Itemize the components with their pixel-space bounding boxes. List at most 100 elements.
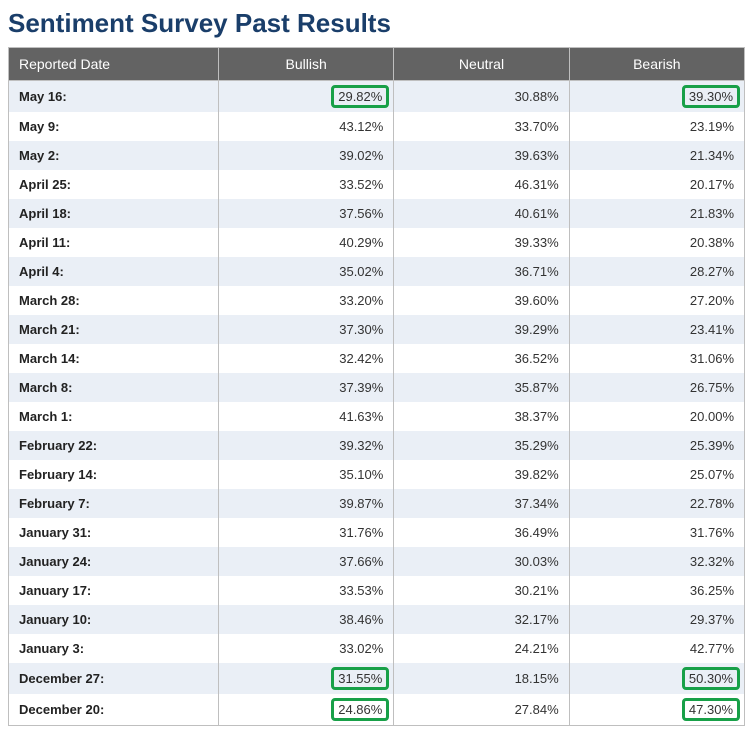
cell-date: February 22: bbox=[9, 431, 219, 460]
table-row: January 24:37.66%30.03%32.32% bbox=[9, 547, 745, 576]
value-bullish: 41.63% bbox=[339, 409, 383, 424]
value-bullish: 33.20% bbox=[339, 293, 383, 308]
value-bearish: 50.30% bbox=[682, 667, 740, 690]
value-bullish: 33.52% bbox=[339, 177, 383, 192]
value-bullish: 40.29% bbox=[339, 235, 383, 250]
cell-bearish: 29.37% bbox=[569, 605, 744, 634]
cell-bearish: 27.20% bbox=[569, 286, 744, 315]
cell-date: April 25: bbox=[9, 170, 219, 199]
cell-date: April 11: bbox=[9, 228, 219, 257]
cell-neutral: 40.61% bbox=[394, 199, 569, 228]
cell-neutral: 39.63% bbox=[394, 141, 569, 170]
table-row: March 28: 33.20% 39.60% 27.20% bbox=[9, 286, 745, 315]
cell-date: December 27: bbox=[9, 663, 219, 694]
cell-bearish: 20.00% bbox=[569, 402, 744, 431]
value-bullish: 37.56% bbox=[339, 206, 383, 221]
value-bearish: 42.77% bbox=[690, 641, 734, 656]
cell-date: February 14: bbox=[9, 460, 219, 489]
value-bearish: 21.34% bbox=[690, 148, 734, 163]
value-bearish: 26.75% bbox=[690, 380, 734, 395]
value-bullish: 39.32% bbox=[339, 438, 383, 453]
table-row: April 18:37.56%40.61%21.83% bbox=[9, 199, 745, 228]
cell-neutral: 46.31% bbox=[394, 170, 569, 199]
table-row: December 27:31.55%18.15%50.30% bbox=[9, 663, 745, 694]
value-bullish: 37.66% bbox=[339, 554, 383, 569]
cell-neutral: 38.37% bbox=[394, 402, 569, 431]
cell-date: January 10: bbox=[9, 605, 219, 634]
cell-date: May 2: bbox=[9, 141, 219, 170]
col-header-bearish: Bearish bbox=[569, 48, 744, 81]
value-bullish: 24.86% bbox=[331, 698, 389, 721]
value-neutral: 30.88% bbox=[515, 89, 559, 104]
table-row: March 14:32.42%36.52%31.06% bbox=[9, 344, 745, 373]
value-neutral: 46.31% bbox=[515, 177, 559, 192]
cell-bullish: 33.02% bbox=[219, 634, 394, 663]
table-row: February 7:39.87%37.34%22.78% bbox=[9, 489, 745, 518]
cell-bullish: 37.39% bbox=[219, 373, 394, 402]
col-header-bullish: Bullish bbox=[219, 48, 394, 81]
cell-date: May 16: bbox=[9, 81, 219, 113]
table-row: May 2:39.02% 39.63% 21.34% bbox=[9, 141, 745, 170]
value-neutral: 27.84% bbox=[515, 702, 559, 717]
value-neutral: 39.63% bbox=[515, 148, 559, 163]
value-bearish: 22.78% bbox=[690, 496, 734, 511]
value-bullish: 29.82% bbox=[331, 85, 389, 108]
cell-bullish: 33.53% bbox=[219, 576, 394, 605]
cell-date: March 28: bbox=[9, 286, 219, 315]
cell-bullish: 37.30% bbox=[219, 315, 394, 344]
value-neutral: 39.82% bbox=[515, 467, 559, 482]
value-bullish: 33.02% bbox=[339, 641, 383, 656]
value-neutral: 38.37% bbox=[515, 409, 559, 424]
table-row: March 8:37.39%35.87%26.75% bbox=[9, 373, 745, 402]
cell-bullish: 31.55% bbox=[219, 663, 394, 694]
value-neutral: 36.52% bbox=[515, 351, 559, 366]
table-row: December 20: 24.86% 27.84% 47.30% bbox=[9, 694, 745, 726]
value-bearish: 27.20% bbox=[690, 293, 734, 308]
cell-neutral: 35.29% bbox=[394, 431, 569, 460]
value-neutral: 35.29% bbox=[515, 438, 559, 453]
results-table: Reported Date Bullish Neutral Bearish Ma… bbox=[8, 47, 745, 726]
cell-bullish: 39.02% bbox=[219, 141, 394, 170]
value-bullish: 43.12% bbox=[339, 119, 383, 134]
cell-bearish: 20.38% bbox=[569, 228, 744, 257]
table-row: January 17:33.53%30.21% 36.25% bbox=[9, 576, 745, 605]
value-bearish: 39.30% bbox=[682, 85, 740, 108]
cell-bullish: 33.52% bbox=[219, 170, 394, 199]
cell-bearish: 47.30% bbox=[569, 694, 744, 726]
cell-bearish: 26.75% bbox=[569, 373, 744, 402]
cell-bearish: 21.83% bbox=[569, 199, 744, 228]
value-bearish: 21.83% bbox=[690, 206, 734, 221]
value-bullish: 31.55% bbox=[331, 667, 389, 690]
table-row: March 21:37.30%39.29%23.41% bbox=[9, 315, 745, 344]
cell-bearish: 25.07% bbox=[569, 460, 744, 489]
cell-bullish: 32.42% bbox=[219, 344, 394, 373]
cell-date: May 9: bbox=[9, 112, 219, 141]
value-bearish: 25.07% bbox=[690, 467, 734, 482]
cell-neutral: 27.84% bbox=[394, 694, 569, 726]
cell-bearish: 36.25% bbox=[569, 576, 744, 605]
value-bearish: 31.06% bbox=[690, 351, 734, 366]
cell-date: January 17: bbox=[9, 576, 219, 605]
table-row: May 9:43.12%33.70%23.19% bbox=[9, 112, 745, 141]
value-neutral: 33.70% bbox=[515, 119, 559, 134]
cell-bullish: 24.86% bbox=[219, 694, 394, 726]
cell-bearish: 50.30% bbox=[569, 663, 744, 694]
cell-bearish: 31.76% bbox=[569, 518, 744, 547]
cell-neutral: 39.29% bbox=[394, 315, 569, 344]
table-row: February 22:39.32%35.29%25.39% bbox=[9, 431, 745, 460]
cell-date: December 20: bbox=[9, 694, 219, 726]
cell-bullish: 43.12% bbox=[219, 112, 394, 141]
cell-neutral: 32.17% bbox=[394, 605, 569, 634]
table-row: March 1:41.63%38.37%20.00% bbox=[9, 402, 745, 431]
value-bullish: 31.76% bbox=[339, 525, 383, 540]
table-row: January 3:33.02%24.21%42.77% bbox=[9, 634, 745, 663]
cell-neutral: 36.49% bbox=[394, 518, 569, 547]
cell-neutral: 33.70% bbox=[394, 112, 569, 141]
table-row: January 31:31.76%36.49%31.76% bbox=[9, 518, 745, 547]
table-row: April 4:35.02%36.71%28.27% bbox=[9, 257, 745, 286]
value-bearish: 36.25% bbox=[690, 583, 734, 598]
cell-neutral: 30.21% bbox=[394, 576, 569, 605]
value-bullish: 37.30% bbox=[339, 322, 383, 337]
cell-neutral: 39.60% bbox=[394, 286, 569, 315]
value-neutral: 30.03% bbox=[515, 554, 559, 569]
